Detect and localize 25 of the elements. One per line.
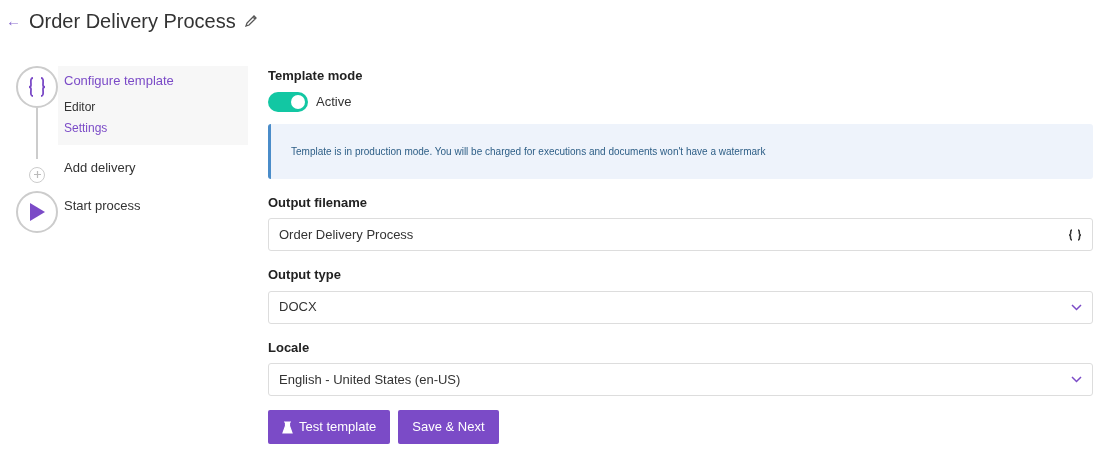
field-label: Template mode xyxy=(268,67,364,85)
toggle-switch[interactable] xyxy=(268,91,308,112)
info-alert: Template is in production mode. You will be charged for executions and documents won't have a watermark xyxy=(268,123,1093,179)
step-link[interactable]: Add delivery xyxy=(64,157,136,177)
field-label: Locale xyxy=(268,338,311,357)
field-label: Output type xyxy=(268,266,342,284)
chevron-down-icon xyxy=(1071,303,1082,311)
edit-icon[interactable] xyxy=(243,14,258,28)
flask-icon xyxy=(282,420,293,434)
input-field[interactable]: Order Delivery Process xyxy=(268,218,1093,251)
step-link[interactable]: Configure template xyxy=(64,71,174,97)
play-step-icon[interactable] xyxy=(16,190,58,233)
save-button[interactable]: Save & Next xyxy=(398,410,499,444)
toggle-label: Active xyxy=(316,92,352,111)
select-field[interactable]: English - United States (en-US) xyxy=(268,363,1093,396)
step-link[interactable]: Start process xyxy=(64,195,141,215)
chevron-down-icon xyxy=(1071,376,1082,383)
select-field[interactable]: DOCX xyxy=(268,290,1093,324)
substep-link[interactable]: Editor xyxy=(64,96,248,118)
substep-link[interactable]: Settings xyxy=(64,117,248,139)
braces-icon[interactable] xyxy=(1068,228,1082,241)
back-link[interactable]: ← xyxy=(6,9,21,33)
field-label: Output filename xyxy=(268,193,368,212)
test-button[interactable]: Test template xyxy=(268,410,391,444)
page-title: Order Delivery Process xyxy=(29,9,236,33)
